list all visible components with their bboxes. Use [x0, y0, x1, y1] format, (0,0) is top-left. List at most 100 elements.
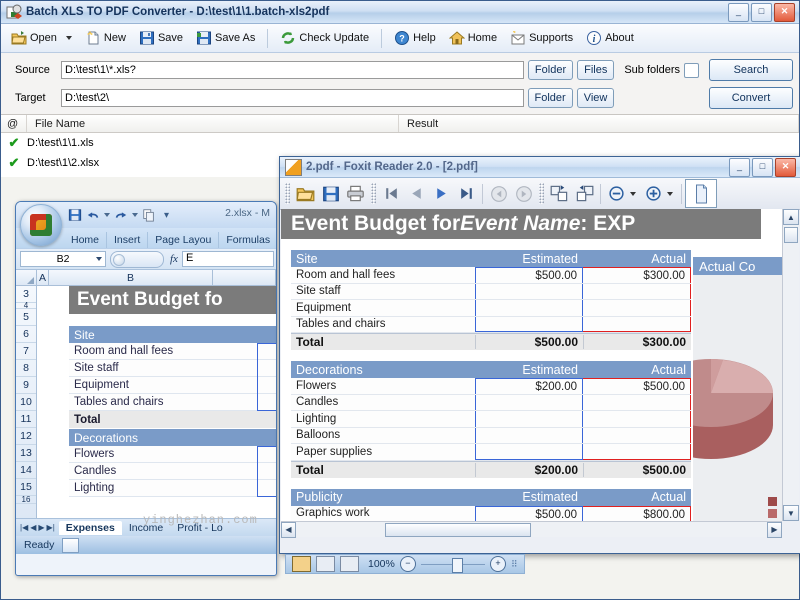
save-icon[interactable] — [68, 208, 82, 222]
excel-row[interactable]: Equipment — [69, 377, 276, 394]
about-button[interactable]: i About — [580, 27, 640, 49]
tab-insert[interactable]: Insert — [107, 232, 148, 248]
row-header[interactable]: 16 — [16, 496, 36, 504]
toolbar-grip-3[interactable] — [539, 183, 544, 204]
row-header[interactable]: 6 — [16, 326, 36, 343]
foxit-minimize-button[interactable]: _ — [729, 158, 750, 177]
scroll-left-arrow-icon[interactable]: ◀ — [281, 522, 296, 538]
pdf-document-view[interactable]: Event Budget for Event Name : EXP Site E… — [281, 209, 799, 521]
column-header-b[interactable]: B — [49, 270, 213, 285]
scroll-right-arrow-icon[interactable]: ▶ — [767, 522, 782, 538]
column-header-a[interactable]: A — [37, 270, 49, 285]
copy-icon[interactable] — [142, 208, 156, 222]
tab-formulas[interactable]: Formulas — [219, 232, 277, 248]
office-orb-button[interactable] — [20, 204, 62, 246]
row-header[interactable]: 14 — [16, 462, 36, 479]
redo-icon[interactable] — [114, 208, 128, 222]
column-header-filename[interactable]: File Name — [27, 115, 399, 132]
excel-row[interactable]: Site staff — [69, 360, 276, 377]
row-header[interactable]: 11 — [16, 411, 36, 428]
scroll-up-arrow-icon[interactable]: ▲ — [783, 209, 799, 225]
normal-view-icon[interactable] — [292, 556, 311, 572]
save-button[interactable]: Save — [133, 27, 189, 49]
next-sheet-icon[interactable]: ▶ — [38, 523, 44, 532]
excel-row[interactable]: Room and hall fees — [69, 343, 276, 360]
column-header-at[interactable]: @ — [1, 115, 27, 132]
formula-bar-buttons[interactable] — [110, 251, 164, 268]
table-row[interactable]: ✔ D:\test\1\1.xls — [1, 133, 799, 153]
horizontal-scroll-thumb[interactable] — [385, 523, 531, 537]
page-layout-view-icon[interactable] — [316, 556, 335, 572]
sheet-nav-buttons[interactable]: |◀ ◀ ▶ ▶| — [16, 523, 59, 532]
convert-button[interactable]: Convert — [709, 87, 793, 109]
customize-icon[interactable]: ▾ — [164, 210, 169, 221]
first-page-button[interactable] — [379, 181, 404, 206]
pdf-vertical-scrollbar[interactable]: ▲ ▼ — [782, 209, 799, 521]
zoom-out-caret-icon[interactable] — [630, 192, 636, 196]
excel-row[interactable]: Flowers — [69, 446, 276, 463]
excel-row[interactable]: Tables and chairs — [69, 394, 276, 411]
row-header[interactable]: 12 — [16, 428, 36, 445]
next-page-button[interactable] — [429, 181, 454, 206]
undo-caret-icon[interactable] — [104, 213, 110, 217]
row-header[interactable]: 5 — [16, 309, 36, 326]
row-header[interactable]: 10 — [16, 394, 36, 411]
supports-button[interactable]: Supports — [504, 27, 579, 49]
name-box[interactable]: B2 — [20, 251, 106, 267]
zoom-slider[interactable] — [421, 564, 485, 565]
resize-grip-icon[interactable]: ⠿ — [511, 559, 521, 570]
column-header-c[interactable] — [213, 270, 276, 285]
zoom-slider-thumb[interactable] — [452, 558, 463, 573]
target-folder-button[interactable]: Folder — [528, 88, 573, 108]
foxit-open-button[interactable] — [293, 181, 318, 206]
previous-page-button[interactable] — [404, 181, 429, 206]
tab-home[interactable]: Home — [64, 232, 107, 248]
new-button[interactable]: New — [79, 27, 132, 49]
rotate-counterclockwise-button[interactable] — [572, 181, 597, 206]
undo-icon[interactable] — [86, 208, 100, 222]
subfolders-checkbox[interactable] — [684, 63, 699, 78]
source-files-button[interactable]: Files — [577, 60, 614, 80]
zoom-out-icon[interactable]: − — [400, 556, 416, 572]
foxit-reader-window[interactable]: 2.pdf - Foxit Reader 2.0 - [2.pdf] _ □ ✕ — [279, 156, 800, 554]
formula-input[interactable]: E — [182, 251, 274, 267]
target-view-button[interactable]: View — [577, 88, 615, 108]
excel-row[interactable]: Lighting — [69, 480, 276, 497]
vertical-scroll-thumb[interactable] — [784, 227, 798, 243]
row-header[interactable]: 9 — [16, 377, 36, 394]
page-break-view-icon[interactable] — [340, 556, 359, 572]
maximize-button[interactable]: □ — [751, 3, 772, 22]
excel-grid[interactable]: 3 4 5 6 7 8 9 10 11 12 13 14 15 16 Event… — [16, 286, 276, 518]
home-button[interactable]: Home — [443, 27, 503, 49]
target-input[interactable] — [61, 89, 524, 107]
open-dropdown-caret-icon[interactable] — [66, 36, 72, 40]
redo-caret-icon[interactable] — [132, 213, 138, 217]
toolbar-grip-2[interactable] — [371, 183, 376, 204]
last-sheet-icon[interactable]: ▶| — [47, 523, 55, 532]
sheet-tab-expenses[interactable]: Expenses — [59, 521, 122, 535]
help-button[interactable]: ? Help — [388, 27, 442, 49]
pdf-horizontal-scrollbar[interactable]: ◀ ▶ — [281, 521, 782, 537]
row-header[interactable]: 8 — [16, 360, 36, 377]
zoom-out-button[interactable] — [604, 181, 629, 206]
foxit-save-button[interactable] — [318, 181, 343, 206]
open-button[interactable]: Open — [5, 27, 63, 49]
search-button[interactable]: Search — [709, 59, 793, 81]
first-sheet-icon[interactable]: |◀ — [20, 523, 28, 532]
zoom-in-button[interactable] — [641, 181, 666, 206]
toolbar-grip-1[interactable] — [285, 183, 290, 204]
source-input[interactable] — [61, 61, 524, 79]
last-page-button[interactable] — [454, 181, 479, 206]
save-as-button[interactable]: Save As — [190, 27, 261, 49]
chevron-down-icon[interactable] — [96, 257, 102, 261]
zoom-in-icon[interactable]: + — [490, 556, 506, 572]
minimize-button[interactable]: _ — [728, 3, 749, 22]
tab-page-layout[interactable]: Page Layou — [148, 232, 219, 248]
foxit-close-button[interactable]: ✕ — [775, 158, 796, 177]
go-back-button[interactable] — [486, 181, 511, 206]
row-header[interactable]: 13 — [16, 445, 36, 462]
source-folder-button[interactable]: Folder — [528, 60, 573, 80]
close-button[interactable]: ✕ — [774, 3, 795, 22]
column-header-result[interactable]: Result — [399, 115, 799, 132]
foxit-print-button[interactable] — [343, 181, 368, 206]
